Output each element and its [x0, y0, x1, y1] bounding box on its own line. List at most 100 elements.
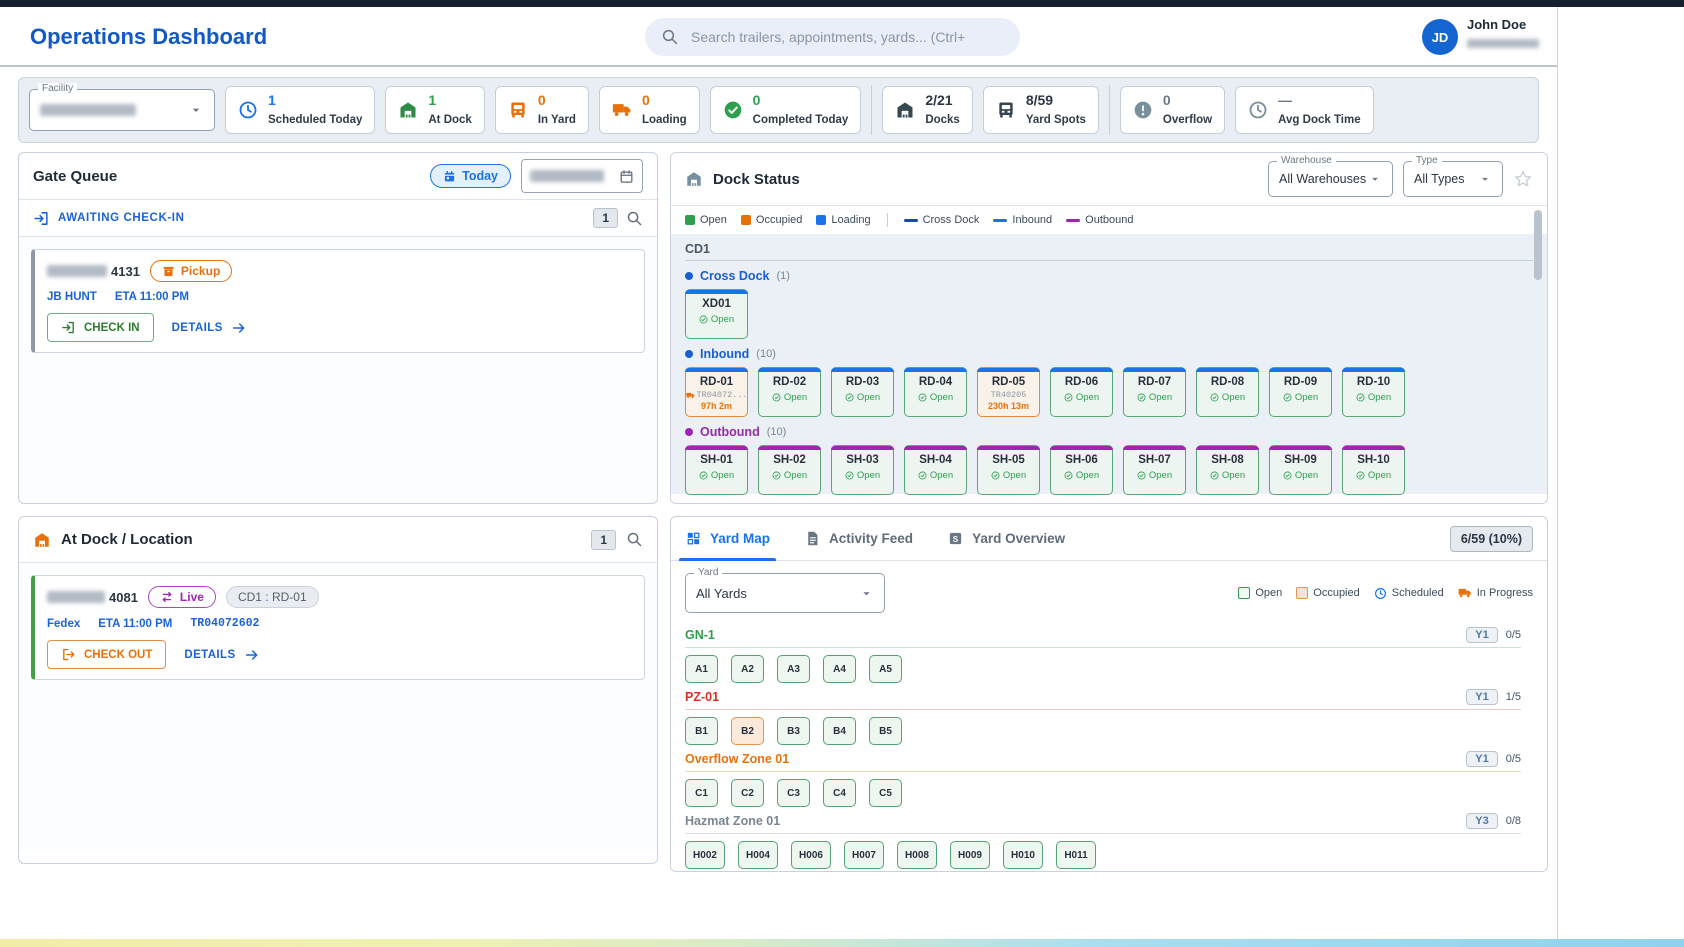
dock-card-rd-01[interactable]: RD-01TR04072...97h 2m — [685, 367, 748, 417]
stats-divider — [1109, 85, 1110, 135]
live-badge-label: Live — [180, 590, 204, 604]
yard-spot-c4[interactable]: C4 — [823, 779, 856, 807]
dock-card-sh-05[interactable]: SH-05Open — [977, 445, 1040, 495]
star-icon[interactable] — [1513, 169, 1533, 189]
yard-spot-a1[interactable]: A1 — [685, 655, 718, 683]
dock-group-header: Inbound(10) — [685, 347, 1533, 361]
dock-card-rd-05[interactable]: RD-05TR40205230h 13m — [977, 367, 1040, 417]
check-in-button[interactable]: CHECK IN — [47, 313, 154, 342]
dock-card-rd-06[interactable]: RD-06Open — [1050, 367, 1113, 417]
dock-card-rd-07[interactable]: RD-07Open — [1123, 367, 1186, 417]
yard-spot-h006[interactable]: H006 — [791, 841, 831, 869]
yard-spot-a4[interactable]: A4 — [823, 655, 856, 683]
yard-select[interactable]: Yard All Yards — [685, 573, 885, 613]
search-icon[interactable] — [626, 210, 643, 227]
yard-spot-h007[interactable]: H007 — [844, 841, 884, 869]
dock-type-bar — [1342, 446, 1405, 450]
zone-name: Overflow Zone 01 — [685, 752, 789, 766]
dock-card-rd-03[interactable]: RD-03Open — [831, 367, 894, 417]
gate-queue-entry[interactable]: 4131 Pickup JB HUNT ETA 11: — [31, 249, 645, 353]
yard-spot-h004[interactable]: H004 — [738, 841, 778, 869]
details-link[interactable]: DETAILS — [184, 647, 259, 663]
type-select[interactable]: Type All Types — [1403, 161, 1503, 197]
search-icon[interactable] — [626, 531, 643, 548]
date-input[interactable] — [521, 159, 643, 193]
dock-card-sh-06[interactable]: SH-06Open — [1050, 445, 1113, 495]
details-label: DETAILS — [172, 322, 223, 334]
yard-spot-h008[interactable]: H008 — [897, 841, 937, 869]
details-link[interactable]: DETAILS — [172, 320, 247, 336]
warehouse-icon — [398, 100, 418, 120]
dock-card-sh-02[interactable]: SH-02Open — [758, 445, 821, 495]
stat-label: Scheduled Today — [268, 114, 362, 126]
yard-spot-a3[interactable]: A3 — [777, 655, 810, 683]
yard-spot-b5[interactable]: B5 — [869, 717, 902, 745]
yard-legend-item-scheduled: Scheduled — [1374, 587, 1444, 600]
yard-spot-a2[interactable]: A2 — [731, 655, 764, 683]
stat-card-at-dock[interactable]: 1At Dock — [385, 86, 484, 134]
yard-spot-c2[interactable]: C2 — [731, 779, 764, 807]
tab-yard-overview[interactable]: SYard Overview — [947, 517, 1065, 561]
search-input[interactable] — [691, 29, 1004, 45]
dock-card-xd01[interactable]: XD01Open — [685, 289, 748, 339]
dock-card-sh-09[interactable]: SH-09Open — [1269, 445, 1332, 495]
dock-card-sh-08[interactable]: SH-08Open — [1196, 445, 1259, 495]
facility-select[interactable]: Facility — [29, 89, 215, 131]
user-menu[interactable]: JD John Doe — [1422, 17, 1539, 55]
stat-card-avg-dock-time[interactable]: —Avg Dock Time — [1235, 86, 1373, 134]
dock-card-rd-08[interactable]: RD-08Open — [1196, 367, 1259, 417]
stat-card-scheduled-today[interactable]: 1Scheduled Today — [225, 86, 375, 134]
yard-spot-h011[interactable]: H011 — [1056, 841, 1096, 869]
yard-spot-b3[interactable]: B3 — [777, 717, 810, 745]
warehouse-icon — [33, 531, 51, 549]
stat-card-loading[interactable]: 0Loading — [599, 86, 700, 134]
dock-card-rd-09[interactable]: RD-09Open — [1269, 367, 1332, 417]
avatar[interactable]: JD — [1422, 19, 1458, 55]
yard-spot-a5[interactable]: A5 — [869, 655, 902, 683]
stat-label: Loading — [642, 114, 687, 126]
dock-card-sh-10[interactable]: SH-10Open — [1342, 445, 1405, 495]
dock-card-sh-03[interactable]: SH-03Open — [831, 445, 894, 495]
dock-card-sh-01[interactable]: SH-01Open — [685, 445, 748, 495]
today-button[interactable]: Today — [430, 164, 511, 188]
chevron-down-icon — [859, 586, 874, 601]
dock-card-rd-10[interactable]: RD-10Open — [1342, 367, 1405, 417]
calendar-icon[interactable] — [619, 169, 634, 184]
stat-card-overflow[interactable]: 0Overflow — [1120, 86, 1225, 134]
yard-spot-h009[interactable]: H009 — [950, 841, 990, 869]
dock-duration: 97h 2m — [686, 401, 747, 411]
yard-spot-b2[interactable]: B2 — [731, 717, 764, 745]
legend-swatch — [993, 219, 1007, 222]
legend-label: Occupied — [756, 214, 802, 226]
dock-card-rd-04[interactable]: RD-04Open — [904, 367, 967, 417]
tab-yard-map[interactable]: Yard Map — [685, 517, 770, 561]
dock-card-rd-02[interactable]: RD-02Open — [758, 367, 821, 417]
stat-card-in-yard[interactable]: 0In Yard — [495, 86, 589, 134]
yard-spot-h002[interactable]: H002 — [685, 841, 725, 869]
dock-card-sh-07[interactable]: SH-07Open — [1123, 445, 1186, 495]
zone-count: 0/8 — [1506, 815, 1521, 827]
yard-spot-b4[interactable]: B4 — [823, 717, 856, 745]
yard-spot-c1[interactable]: C1 — [685, 779, 718, 807]
legend-divider — [887, 213, 888, 227]
dock-type-bar — [977, 446, 1040, 450]
yard-spot-c3[interactable]: C3 — [777, 779, 810, 807]
legend-swatch — [904, 219, 918, 222]
zone-badge: Y1 — [1466, 627, 1497, 643]
yard-spot-h010[interactable]: H010 — [1003, 841, 1043, 869]
dock-type-bar — [1050, 368, 1113, 372]
eta-text: ETA 11:00 PM — [115, 291, 189, 303]
warehouse-select[interactable]: Warehouse All Warehouses — [1268, 161, 1393, 197]
yard-spot-b1[interactable]: B1 — [685, 717, 718, 745]
grid-icon — [685, 530, 702, 547]
at-dock-entry[interactable]: 4081 Live CD1 : RD-01 Fedex — [31, 575, 645, 680]
yard-spot-c5[interactable]: C5 — [869, 779, 902, 807]
global-search[interactable] — [645, 18, 1020, 56]
stat-card-completed-today[interactable]: 0Completed Today — [710, 86, 862, 134]
stat-card-yard-spots[interactable]: 8/59Yard Spots — [983, 86, 1099, 134]
tab-activity-feed[interactable]: Activity Feed — [804, 517, 913, 561]
chevron-down-icon — [1478, 172, 1492, 186]
dock-card-sh-04[interactable]: SH-04Open — [904, 445, 967, 495]
stat-card-docks[interactable]: 2/21Docks — [882, 86, 973, 134]
check-out-button[interactable]: CHECK OUT — [47, 640, 166, 669]
